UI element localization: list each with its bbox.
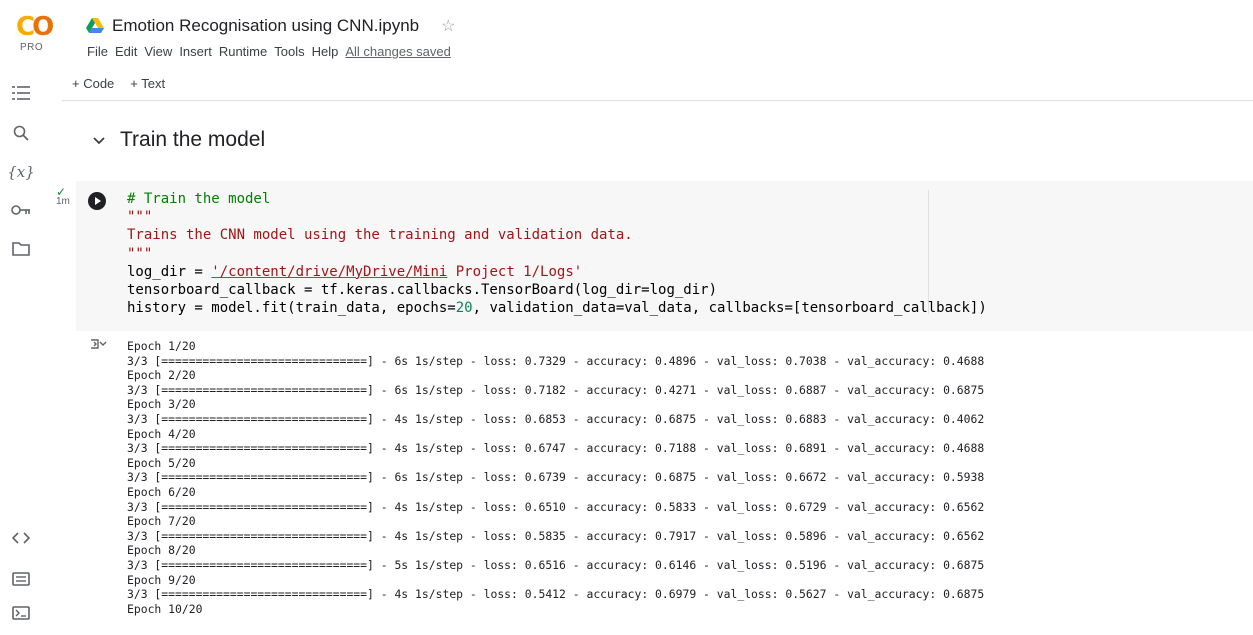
cell-toolbar: + Code + Text: [72, 76, 181, 91]
output-line: 3/3 [==============================] - 6…: [127, 470, 985, 485]
menu-runtime[interactable]: Runtime: [219, 44, 267, 59]
output-toggle-icon[interactable]: [89, 337, 107, 351]
code-docstring-text: Trains the CNN model using the training …: [127, 227, 633, 244]
code-logdir-path-a: '/content/drive/MyDrive/Mini: [211, 263, 448, 280]
output-line: 3/3 [==============================] - 4…: [127, 441, 985, 456]
menu-tools[interactable]: Tools: [274, 44, 304, 59]
code-comment: # Train the model: [127, 191, 271, 207]
output-line: Epoch 4/20: [127, 426, 196, 441]
search-icon[interactable]: [10, 122, 32, 144]
output-line: Epoch 3/20: [127, 397, 196, 412]
section-title: Train the model: [120, 128, 266, 151]
code-fit-epochs: 20: [455, 300, 473, 317]
output-line: 3/3 [==============================] - 4…: [127, 587, 985, 602]
output-line: 3/3 [==============================] - 4…: [127, 499, 985, 514]
output-line: 3/3 [==============================] - 6…: [127, 353, 985, 368]
notebook-title[interactable]: Emotion Recognisation using CNN.ipynb: [112, 16, 419, 36]
menu-help[interactable]: Help: [312, 44, 339, 59]
code-docstring-open: """: [127, 209, 153, 226]
output-line: Epoch 1/20: [127, 339, 196, 353]
output-line: Epoch 8/20: [127, 543, 196, 558]
left-sidebar: {x}: [0, 62, 60, 635]
execution-status: ✓ 1m: [56, 186, 70, 207]
terminal-icon[interactable]: [10, 602, 32, 624]
code-snippets-icon[interactable]: [10, 527, 32, 549]
output-line: 3/3 [==============================] - 4…: [127, 528, 985, 543]
table-of-contents-icon[interactable]: [10, 82, 32, 104]
chevron-down-icon[interactable]: [92, 133, 106, 147]
menu-bar: File Edit View Insert Runtime Tools Help…: [87, 44, 458, 59]
menu-view[interactable]: View: [144, 44, 172, 59]
code-logdir-prefix: log_dir =: [127, 263, 212, 280]
add-text-cell-button[interactable]: + Text: [130, 76, 165, 91]
files-folder-icon[interactable]: [10, 238, 32, 260]
output-line: 3/3 [==============================] - 4…: [127, 411, 985, 426]
save-status[interactable]: All changes saved: [345, 44, 451, 59]
header: CO PRO Emotion Recognisation using CNN.i…: [0, 0, 1253, 62]
output-line: 3/3 [==============================] - 5…: [127, 557, 985, 572]
menu-edit[interactable]: Edit: [115, 44, 137, 59]
secrets-key-icon[interactable]: [10, 199, 32, 221]
code-logdir-path-b: Project 1/Logs': [447, 263, 583, 280]
menu-file[interactable]: File: [87, 44, 108, 59]
google-drive-icon: [86, 18, 104, 33]
star-icon[interactable]: ☆: [441, 16, 455, 36]
output-line: Epoch 9/20: [127, 572, 196, 587]
output-line: Epoch 5/20: [127, 455, 196, 470]
code-fit-a: history = model.fit(train_data, epochs=: [127, 300, 456, 317]
output-line: Epoch 7/20: [127, 514, 196, 529]
command-palette-icon[interactable]: [10, 568, 32, 590]
toolbar-divider: [62, 100, 1253, 101]
output-line: Epoch 6/20: [127, 484, 196, 499]
run-cell-button[interactable]: [88, 192, 106, 210]
menu-insert[interactable]: Insert: [179, 44, 212, 59]
title-row: Emotion Recognisation using CNN.ipynb ☆: [86, 16, 455, 36]
code-docstring-close: """: [127, 245, 153, 262]
execution-time: 1m: [56, 196, 70, 207]
colab-logo[interactable]: CO PRO: [12, 12, 60, 56]
output-line: Epoch 2/20: [127, 368, 196, 383]
colab-logo-mark: CO: [16, 12, 54, 42]
code-editor[interactable]: # Train the model """ Trains the CNN mod…: [127, 190, 987, 317]
variables-icon[interactable]: {x}: [7, 161, 35, 183]
output-line: 3/3 [==============================] - 6…: [127, 382, 985, 397]
pro-badge: PRO: [20, 42, 44, 53]
section-heading: Train the model: [92, 128, 265, 152]
code-fit-b: , validation_data=val_data, callbacks=[t…: [472, 300, 987, 317]
add-code-cell-button[interactable]: + Code: [72, 76, 114, 91]
code-tensorboard-line: tensorboard_callback = tf.keras.callback…: [127, 282, 718, 299]
cell-output: Epoch 1/20 3/3 [========================…: [127, 339, 984, 616]
output-line: Epoch 10/20: [127, 601, 203, 616]
